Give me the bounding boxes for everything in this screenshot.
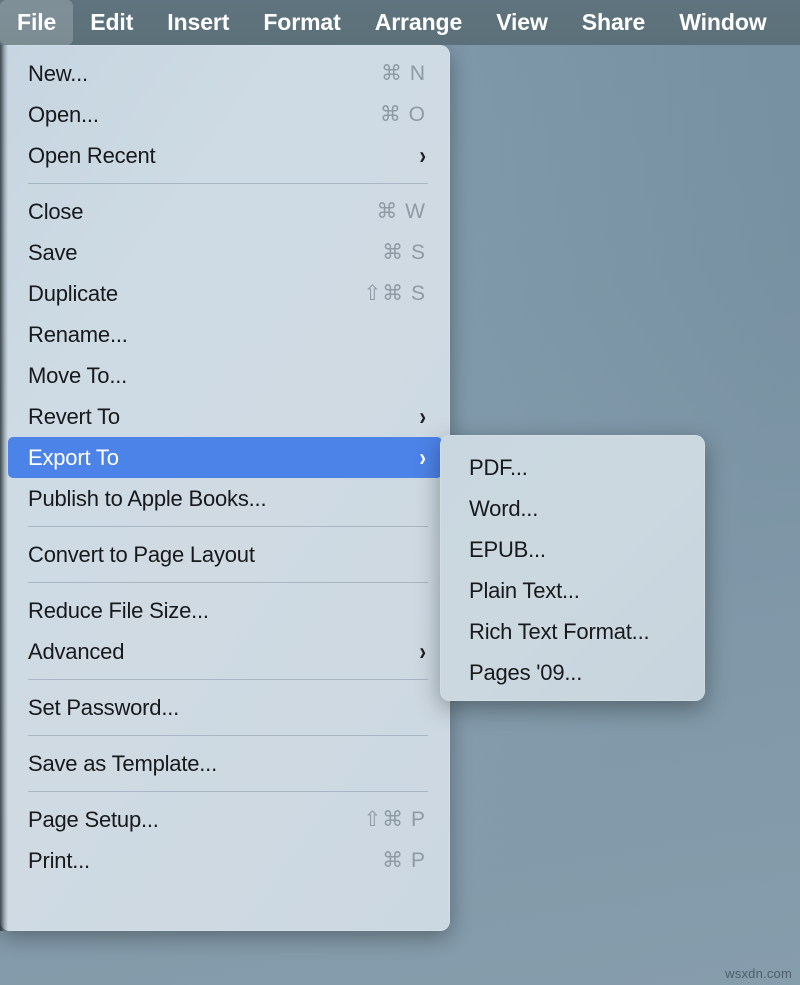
chevron-right-icon: › <box>419 639 430 664</box>
menu-item-label: Page Setup... <box>28 807 159 833</box>
menu-item-pages-09[interactable]: Pages '09... <box>447 652 698 693</box>
menubar-item-format[interactable]: Format <box>246 0 357 45</box>
menu-item-pdf[interactable]: PDF... <box>447 447 698 488</box>
menu-item-label: Word... <box>469 496 538 522</box>
menu-separator <box>28 735 428 736</box>
file-menu-items: New... ⌘ N Open... ⌘ O Open Recent › Close ⌘ W S… <box>0 53 450 881</box>
menu-item-new[interactable]: New... ⌘ N <box>8 53 442 94</box>
menu-bar: FileEditInsertFormatArrangeViewShareWind… <box>0 0 800 45</box>
menu-separator <box>28 679 428 680</box>
menu-item-revert-to[interactable]: Revert To › <box>8 396 442 437</box>
menu-item-shortcut: ⌘ W <box>376 199 430 224</box>
menu-item-label: Rename... <box>28 322 128 348</box>
menubar-item-view[interactable]: View <box>479 0 565 45</box>
chevron-right-icon: › <box>419 404 430 429</box>
menu-item-rename[interactable]: Rename... <box>8 314 442 355</box>
menu-item-label: Reduce File Size... <box>28 598 209 624</box>
menubar-item-edit[interactable]: Edit <box>73 0 150 45</box>
menu-separator <box>28 582 428 583</box>
menu-item-reduce-file-size[interactable]: Reduce File Size... <box>8 590 442 631</box>
menu-separator <box>28 526 428 527</box>
menu-item-epub[interactable]: EPUB... <box>447 529 698 570</box>
menu-item-convert-to-page-layout[interactable]: Convert to Page Layout <box>8 534 442 575</box>
watermark: wsxdn.com <box>725 966 792 981</box>
menu-item-label: Set Password... <box>28 695 179 721</box>
menu-item-label: Rich Text Format... <box>469 619 649 645</box>
menu-item-label: PDF... <box>469 455 528 481</box>
menu-item-open-recent[interactable]: Open Recent › <box>8 135 442 176</box>
export-to-submenu-items: PDF... Word... EPUB... Plain Text... Rich Te… <box>440 447 705 693</box>
menu-item-label: Open Recent <box>28 143 155 169</box>
menu-item-label: Print... <box>28 848 90 874</box>
menu-item-label: EPUB... <box>469 537 546 563</box>
menu-item-label: Revert To <box>28 404 120 430</box>
chevron-right-icon: › <box>419 143 430 168</box>
menu-item-label: Convert to Page Layout <box>28 542 255 568</box>
menu-item-label: Advanced <box>28 639 124 665</box>
menubar-item-share[interactable]: Share <box>565 0 662 45</box>
export-to-submenu-panel: PDF... Word... EPUB... Plain Text... Rich Te… <box>440 435 705 701</box>
menu-item-advanced[interactable]: Advanced › <box>8 631 442 672</box>
menubar-item-window[interactable]: Window <box>662 0 783 45</box>
menu-item-label: Move To... <box>28 363 127 389</box>
menu-item-publish-to-apple-books[interactable]: Publish to Apple Books... <box>8 478 442 519</box>
menu-item-print[interactable]: Print... ⌘ P <box>8 840 442 881</box>
menu-item-save-as-template[interactable]: Save as Template... <box>8 743 442 784</box>
menu-item-page-setup[interactable]: Page Setup... ⇧⌘ P <box>8 799 442 840</box>
menu-item-export-to[interactable]: Export To › <box>8 437 442 478</box>
menu-separator <box>28 183 428 184</box>
menu-item-close[interactable]: Close ⌘ W <box>8 191 442 232</box>
menu-item-shortcut: ⌘ O <box>380 102 430 127</box>
menu-item-set-password[interactable]: Set Password... <box>8 687 442 728</box>
menu-item-label: New... <box>28 61 88 87</box>
menu-item-label: Save <box>28 240 77 266</box>
menu-item-shortcut: ⇧⌘ P <box>364 807 430 832</box>
menu-item-shortcut: ⇧⌘ S <box>364 281 430 306</box>
menu-item-duplicate[interactable]: Duplicate ⇧⌘ S <box>8 273 442 314</box>
menu-item-label: Pages '09... <box>469 660 582 686</box>
menu-item-label: Open... <box>28 102 99 128</box>
menu-item-label: Export To <box>28 445 119 471</box>
menu-item-shortcut: ⌘ S <box>382 240 430 265</box>
menu-item-word[interactable]: Word... <box>447 488 698 529</box>
menubar-item-file[interactable]: File <box>0 0 73 45</box>
menu-item-open[interactable]: Open... ⌘ O <box>8 94 442 135</box>
menu-item-label: Plain Text... <box>469 578 580 604</box>
menu-item-label: Save as Template... <box>28 751 217 777</box>
chevron-right-icon: › <box>419 445 430 470</box>
menu-separator <box>28 791 428 792</box>
menu-item-shortcut: ⌘ P <box>382 848 430 873</box>
file-menu-panel: New... ⌘ N Open... ⌘ O Open Recent › Close ⌘ W S… <box>0 45 450 931</box>
menubar-item-arrange[interactable]: Arrange <box>358 0 480 45</box>
menu-item-rich-text-format[interactable]: Rich Text Format... <box>447 611 698 652</box>
menu-item-save[interactable]: Save ⌘ S <box>8 232 442 273</box>
menu-item-label: Close <box>28 199 83 225</box>
menubar-item-insert[interactable]: Insert <box>150 0 246 45</box>
menu-item-move-to[interactable]: Move To... <box>8 355 442 396</box>
menu-item-shortcut: ⌘ N <box>381 61 430 86</box>
menu-item-plain-text[interactable]: Plain Text... <box>447 570 698 611</box>
menu-item-label: Duplicate <box>28 281 118 307</box>
menu-item-label: Publish to Apple Books... <box>28 486 266 512</box>
